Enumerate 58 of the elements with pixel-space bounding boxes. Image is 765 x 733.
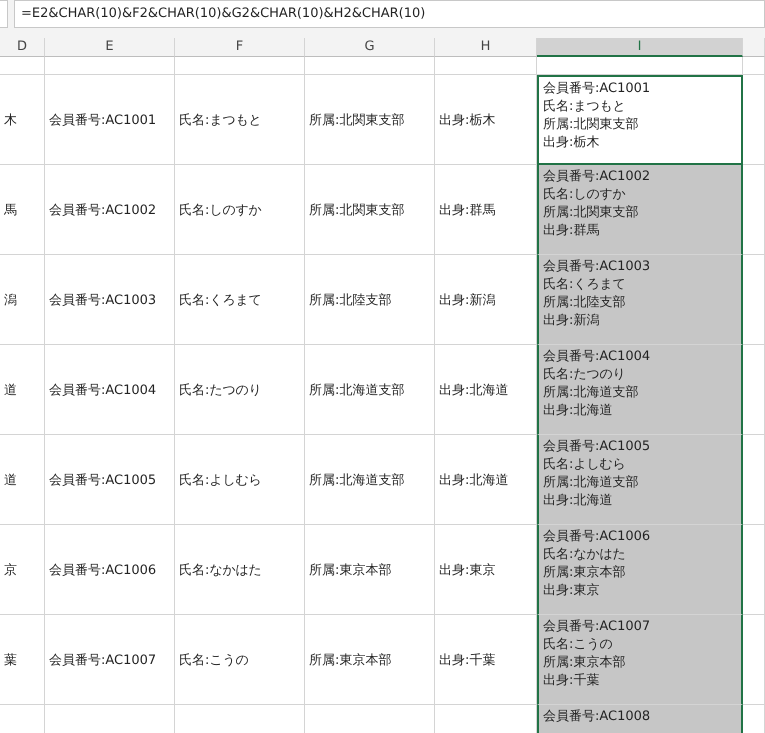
cell[interactable]: 所属:北関東支部 — [305, 165, 435, 255]
empty-cell[interactable] — [743, 525, 765, 615]
empty-cell[interactable] — [175, 57, 305, 75]
cell[interactable]: 氏名:くろまて — [175, 255, 305, 345]
combined-cell[interactable]: 会員番号:AC1002 氏名:しのすか 所属:北関東支部 出身:群馬 — [537, 165, 743, 255]
combined-cell[interactable]: 会員番号:AC1008 — [537, 705, 743, 733]
empty-cell[interactable] — [743, 345, 765, 435]
cell[interactable]: 会員番号:AC1005 — [45, 435, 175, 525]
combined-cell[interactable]: 会員番号:AC1006 氏名:なかはた 所属:東京本部 出身:東京 — [537, 525, 743, 615]
cell[interactable]: 会員番号:AC1001 — [45, 75, 175, 165]
column-header[interactable]: I — [537, 38, 743, 57]
formula-field[interactable]: =E2&CHAR(10)&F2&CHAR(10)&G2&CHAR(10)&H2&CHAR(10) — [14, 0, 765, 28]
cell[interactable]: 京 — [0, 525, 45, 615]
cell[interactable]: 氏名:たつのり — [175, 345, 305, 435]
empty-cell[interactable] — [743, 615, 765, 705]
empty-cell[interactable] — [45, 57, 175, 75]
combined-cell[interactable]: 会員番号:AC1007 氏名:こうの 所属:東京本部 出身:千葉 — [537, 615, 743, 705]
empty-cell[interactable] — [305, 57, 435, 75]
empty-cell[interactable] — [0, 57, 45, 75]
cell[interactable]: 馬 — [0, 165, 45, 255]
empty-cell[interactable] — [743, 75, 765, 165]
empty-cell[interactable] — [743, 435, 765, 525]
cell[interactable]: 氏名:なかはた — [175, 525, 305, 615]
column-header[interactable]: H — [435, 38, 537, 57]
empty-cell[interactable] — [743, 165, 765, 255]
cell[interactable]: 所属:東京本部 — [305, 525, 435, 615]
column-header[interactable]: F — [175, 38, 305, 57]
cell[interactable]: 会員番号:AC1007 — [45, 615, 175, 705]
cell[interactable]: 会員番号:AC1004 — [45, 345, 175, 435]
column-header[interactable]: E — [45, 38, 175, 57]
cell[interactable]: 氏名:よしむら — [175, 435, 305, 525]
cell[interactable]: 所属:北陸支部 — [305, 255, 435, 345]
cell[interactable]: 所属:北関東支部 — [305, 75, 435, 165]
cell[interactable]: 道 — [0, 435, 45, 525]
empty-cell[interactable] — [435, 57, 537, 75]
cell[interactable]: 氏名:まつもと — [175, 75, 305, 165]
cell[interactable]: 葉 — [0, 615, 45, 705]
combined-cell[interactable]: 会員番号:AC1005 氏名:よしむら 所属:北海道支部 出身:北海道 — [537, 435, 743, 525]
cell[interactable]: 所属:北海道支部 — [305, 345, 435, 435]
cell[interactable]: 氏名:しのすか — [175, 165, 305, 255]
empty-cell[interactable] — [743, 57, 765, 75]
combined-cell[interactable]: 会員番号:AC1004 氏名:たつのり 所属:北海道支部 出身:北海道 — [537, 345, 743, 435]
empty-cell[interactable] — [743, 255, 765, 345]
column-header[interactable]: G — [305, 38, 435, 57]
cell[interactable]: 所属:北海道支部 — [305, 435, 435, 525]
cell[interactable]: 会員番号:AC1006 — [45, 525, 175, 615]
column-header[interactable] — [743, 38, 765, 57]
cell[interactable]: 氏名:こうの — [175, 615, 305, 705]
cell[interactable]: 会員番号:AC1003 — [45, 255, 175, 345]
combined-cell[interactable]: 会員番号:AC1001 氏名:まつもと 所属:北関東支部 出身:栃木 — [537, 75, 743, 165]
cell[interactable]: 潟 — [0, 255, 45, 345]
cell[interactable]: 木 — [0, 75, 45, 165]
combined-cell[interactable]: 会員番号:AC1003 氏名:くろまて 所属:北陸支部 出身:新潟 — [537, 255, 743, 345]
name-box[interactable] — [0, 0, 8, 28]
cell[interactable]: 道 — [0, 345, 45, 435]
column-header[interactable]: D — [0, 38, 45, 57]
cell[interactable]: 所属:東京本部 — [305, 615, 435, 705]
cell[interactable]: 会員番号:AC1002 — [45, 165, 175, 255]
